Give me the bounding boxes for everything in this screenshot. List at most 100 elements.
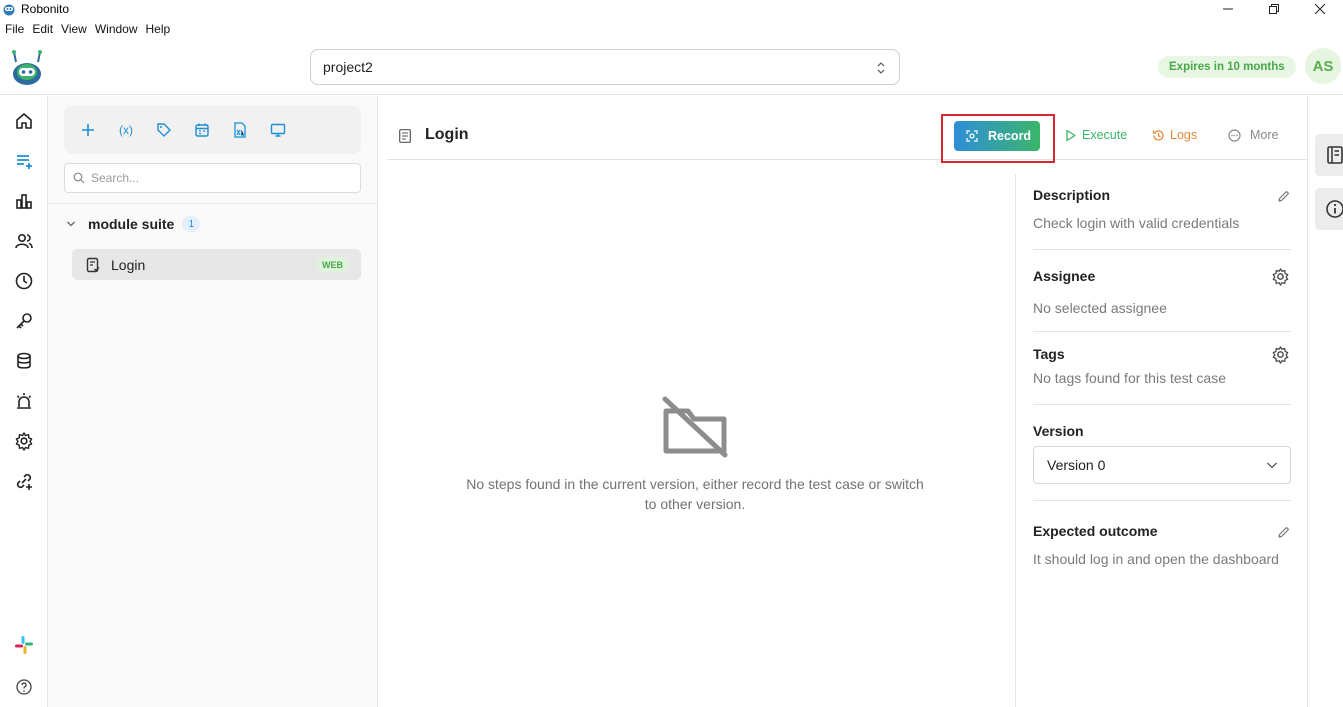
nav-home[interactable] bbox=[12, 109, 36, 133]
version-section: Version bbox=[1033, 423, 1291, 439]
assignee-value: No selected assignee bbox=[1033, 300, 1167, 316]
logs-button[interactable]: Logs bbox=[1152, 128, 1197, 142]
restore-button[interactable] bbox=[1251, 0, 1297, 18]
excel-icon bbox=[234, 122, 246, 138]
test-case-item[interactable]: Login WEB bbox=[72, 249, 361, 280]
more-icon bbox=[1228, 128, 1241, 142]
schedule-button[interactable] bbox=[192, 120, 212, 140]
description-section: Description Check login with valid crede… bbox=[1033, 187, 1291, 231]
search-input[interactable] bbox=[91, 171, 341, 185]
section-divider bbox=[1033, 404, 1291, 405]
record-icon bbox=[966, 130, 978, 142]
device-button[interactable] bbox=[268, 120, 288, 140]
more-button[interactable]: More bbox=[1228, 128, 1278, 142]
minimize-button[interactable] bbox=[1205, 0, 1251, 18]
notebook-icon bbox=[1327, 146, 1343, 164]
assignee-title: Assignee bbox=[1033, 268, 1096, 284]
record-label: Record bbox=[988, 129, 1032, 143]
menu-window[interactable]: Window bbox=[95, 22, 138, 36]
tree-divider bbox=[48, 203, 378, 204]
page-title: Login bbox=[425, 126, 469, 143]
database-icon bbox=[17, 352, 31, 369]
notes-panel-button[interactable] bbox=[1315, 134, 1343, 176]
logs-label: Logs bbox=[1170, 128, 1198, 142]
window-controls bbox=[1205, 0, 1343, 18]
menu-view[interactable]: View bbox=[61, 22, 87, 36]
record-button[interactable]: Record bbox=[954, 121, 1040, 151]
info-panel-button[interactable] bbox=[1315, 188, 1343, 230]
section-divider bbox=[1033, 331, 1291, 332]
nav-settings[interactable] bbox=[12, 429, 36, 453]
empty-folder-icon bbox=[662, 396, 728, 458]
minimize-icon bbox=[1223, 8, 1233, 10]
nav-reports[interactable] bbox=[12, 189, 36, 213]
nav-users[interactable] bbox=[12, 229, 36, 253]
reports-icon bbox=[16, 194, 32, 209]
nav-integrations[interactable] bbox=[12, 469, 36, 493]
help-icon bbox=[16, 679, 32, 695]
menu-edit[interactable]: Edit bbox=[32, 22, 53, 36]
window-title: Robonito bbox=[21, 2, 70, 16]
add-icon bbox=[82, 124, 94, 136]
user-avatar[interactable]: AS bbox=[1305, 48, 1341, 84]
app-logo-icon bbox=[3, 4, 15, 16]
section-divider bbox=[1033, 249, 1291, 250]
description-title: Description bbox=[1033, 187, 1111, 203]
search-icon bbox=[73, 172, 85, 184]
gear-icon[interactable] bbox=[1271, 345, 1290, 364]
platform-badge: WEB bbox=[316, 257, 349, 272]
execute-button[interactable]: Execute bbox=[1064, 128, 1127, 142]
suite-row[interactable]: module suite 1 bbox=[66, 216, 201, 232]
suite-count-badge: 1 bbox=[182, 216, 201, 232]
tags-value: No tags found for this test case bbox=[1033, 370, 1226, 386]
test-tree-panel: (x) module suite 1 Login WEB bbox=[48, 96, 378, 707]
execute-label: Execute bbox=[1082, 128, 1128, 142]
nav-history[interactable] bbox=[12, 269, 36, 293]
tags-button[interactable] bbox=[154, 120, 174, 140]
test-case-name: Login bbox=[111, 256, 146, 273]
add-button[interactable] bbox=[78, 120, 98, 140]
history-icon bbox=[15, 272, 33, 290]
logs-history-icon bbox=[1152, 129, 1164, 141]
settings-icon bbox=[15, 432, 33, 451]
gear-icon[interactable] bbox=[1271, 267, 1290, 286]
left-nav-rail bbox=[0, 96, 48, 707]
nav-alerts[interactable] bbox=[12, 389, 36, 413]
keys-icon bbox=[16, 313, 32, 329]
app-header: project2 Expires in 10 months AS bbox=[0, 40, 1343, 95]
nav-help[interactable] bbox=[12, 675, 36, 699]
close-button[interactable] bbox=[1297, 0, 1343, 18]
edit-pencil-icon[interactable] bbox=[1277, 525, 1291, 539]
description-value: Check login with valid credentials bbox=[1033, 215, 1240, 231]
variables-icon: (x) bbox=[119, 123, 133, 137]
info-icon bbox=[1326, 200, 1343, 218]
tree-search[interactable] bbox=[64, 163, 361, 193]
menu-bar: File Edit View Window Help bbox=[0, 20, 173, 38]
license-expiry-badge: Expires in 10 months bbox=[1158, 56, 1296, 78]
users-icon bbox=[15, 233, 33, 249]
version-select[interactable]: Version 0 bbox=[1033, 446, 1291, 484]
import-excel-button[interactable] bbox=[230, 120, 250, 140]
schedule-icon bbox=[195, 123, 209, 137]
nav-test-cases[interactable] bbox=[12, 149, 36, 173]
home-icon bbox=[16, 113, 32, 129]
project-select[interactable]: project2 bbox=[310, 49, 900, 85]
monitor-icon bbox=[270, 123, 286, 137]
variables-button[interactable]: (x) bbox=[116, 120, 136, 140]
edit-pencil-icon[interactable] bbox=[1277, 189, 1291, 203]
assignee-section: Assignee No selected assignee bbox=[1033, 268, 1291, 316]
chevron-updown-icon bbox=[877, 62, 885, 74]
chevron-down-icon[interactable] bbox=[66, 219, 76, 229]
nav-database[interactable] bbox=[12, 349, 36, 373]
expected-outcome-title: Expected outcome bbox=[1033, 523, 1158, 539]
menu-file[interactable]: File bbox=[5, 22, 24, 36]
expected-outcome-value: It should log in and open the dashboard bbox=[1033, 551, 1279, 567]
close-icon bbox=[1315, 4, 1325, 14]
nav-keys[interactable] bbox=[12, 309, 36, 333]
version-title: Version bbox=[1033, 423, 1084, 439]
robonito-logo-icon[interactable] bbox=[10, 48, 44, 86]
test-cases-icon bbox=[17, 155, 32, 169]
nav-slack[interactable] bbox=[12, 633, 36, 657]
test-case-icon bbox=[86, 257, 100, 272]
menu-help[interactable]: Help bbox=[146, 22, 171, 36]
